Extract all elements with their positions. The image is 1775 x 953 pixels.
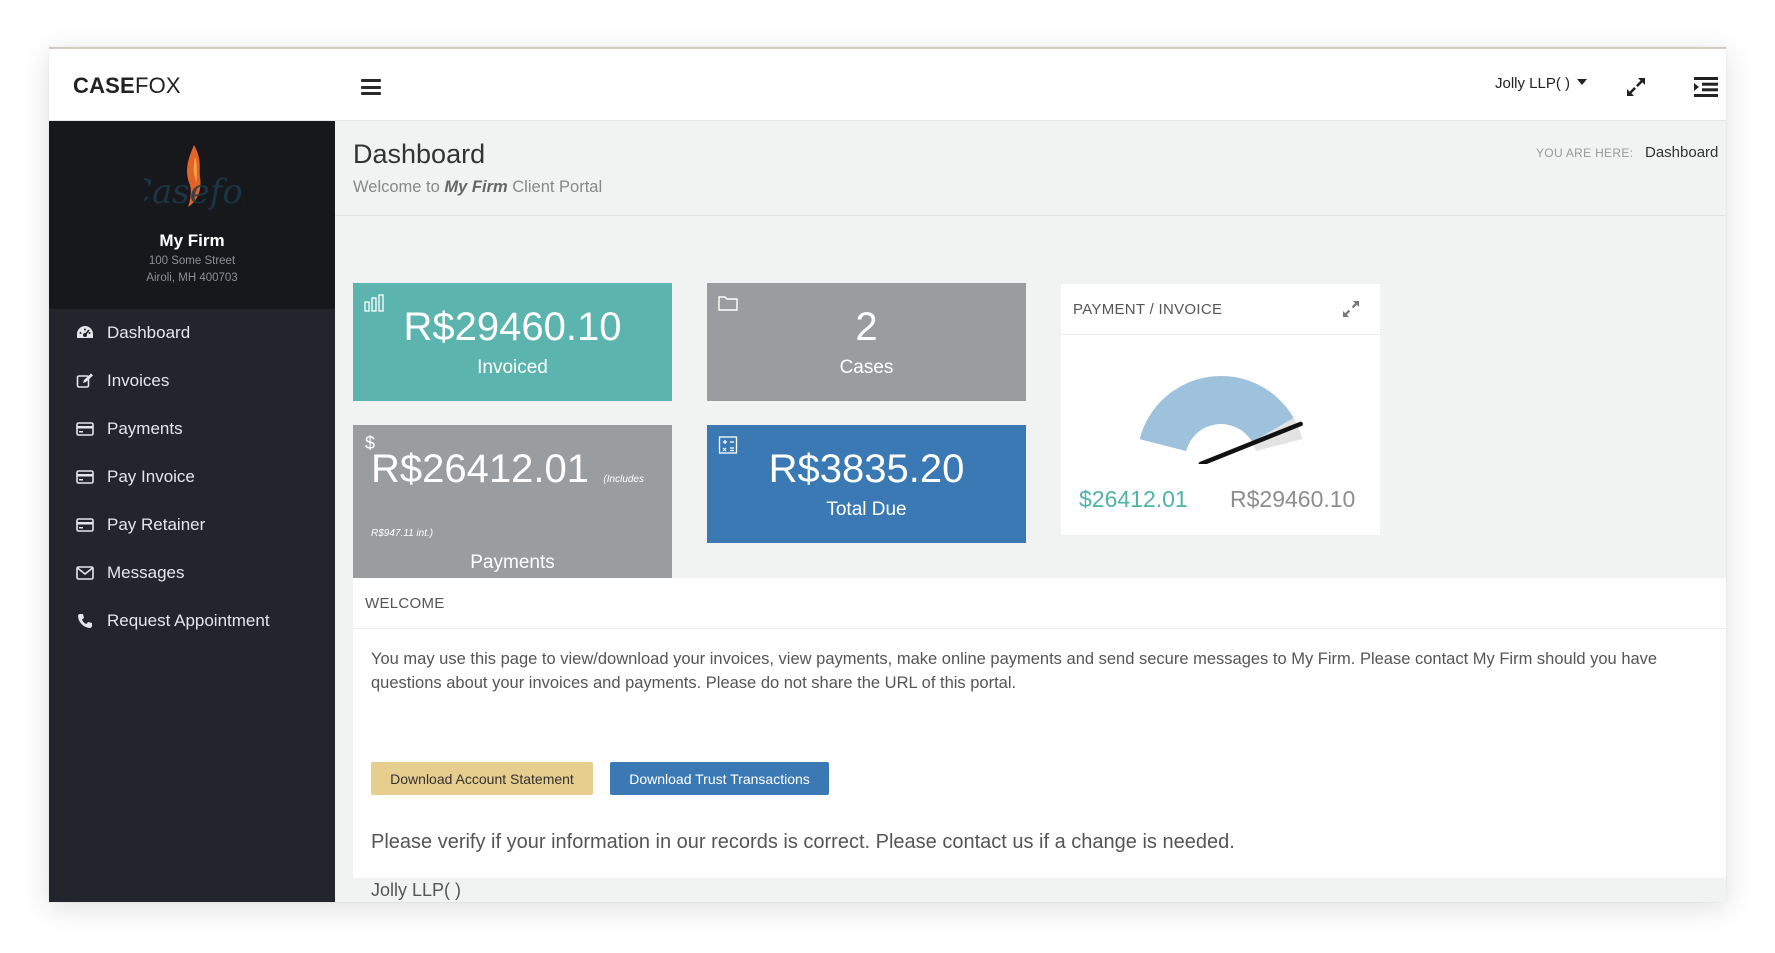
hamburger-icon-bar <box>361 92 381 95</box>
sidebar-item-label: Pay Invoice <box>107 467 195 486</box>
sidebar-item-invoices[interactable]: Invoices <box>49 357 335 405</box>
total-due-tile[interactable]: R$3835.20 Total Due <box>707 425 1026 543</box>
sidebar-item-label: Dashboard <box>107 323 191 342</box>
svg-text:Casefox: Casefox <box>144 172 244 212</box>
hamburger-icon-bar <box>361 85 381 89</box>
sidebar-item-payments[interactable]: Payments <box>49 405 335 453</box>
download-account-statement-button[interactable]: Download Account Statement <box>371 762 593 795</box>
sidebar-nav: Dashboard Invoices Payments Pay Invoice <box>49 309 335 645</box>
breadcrumb-label: YOU ARE HERE: <box>1536 146 1634 160</box>
payments-interest-note: R$947.11 int.) <box>371 528 434 539</box>
credit-card-icon <box>75 468 95 486</box>
subtitle-firm: My Firm <box>444 178 508 196</box>
total-due-label: Total Due <box>826 499 907 520</box>
app-window: CASEFOX Jolly LLP( ) Casefox My Firm 100… <box>49 47 1726 902</box>
gauge-invoice-value: R$29460.10 <box>1230 486 1356 512</box>
gauge-card-header: PAYMENT / INVOICE <box>1061 284 1380 335</box>
welcome-text: You may use this page to view/download y… <box>371 650 1658 692</box>
page-header: Dashboard Welcome to My Firm Client Port… <box>335 121 1726 216</box>
firm-name: My Firm <box>159 231 225 250</box>
welcome-title: WELCOME <box>365 595 445 612</box>
top-navbar: CASEFOX Jolly LLP( ) <box>49 47 1726 121</box>
main-content: Dashboard Welcome to My Firm Client Port… <box>335 121 1726 902</box>
hamburger-icon <box>361 79 381 82</box>
invoiced-tile[interactable]: R$29460.10 Invoiced <box>353 283 672 401</box>
menu-toggle-button[interactable] <box>361 79 381 95</box>
sidebar-item-dashboard[interactable]: Dashboard <box>49 309 335 357</box>
breadcrumb-current[interactable]: Dashboard <box>1645 144 1718 161</box>
sidebar-item-label: Request Appointment <box>107 611 270 630</box>
credit-card-icon <box>75 420 95 438</box>
verify-info-text: Please verify if your information in our… <box>371 831 1235 853</box>
sidebar: Casefox My Firm 100 Some Street Airoli, … <box>49 121 335 902</box>
gauge-title: PAYMENT / INVOICE <box>1073 301 1223 318</box>
gauge-chart <box>1139 375 1303 464</box>
gauge-paid-value: $26412.01 <box>1079 486 1188 512</box>
firm-address-line2: Airoli, MH 400703 <box>146 272 238 284</box>
client-name: Jolly LLP( ) <box>371 880 462 900</box>
page-subtitle: Welcome to My Firm Client Portal <box>353 178 602 197</box>
phone-icon <box>75 612 95 630</box>
cases-label: Cases <box>839 357 894 378</box>
sidebar-item-pay-invoice[interactable]: Pay Invoice <box>49 453 335 501</box>
payments-note: (Includes <box>603 474 644 485</box>
fullscreen-expand-icon[interactable] <box>1624 75 1648 99</box>
envelope-icon <box>75 564 95 582</box>
firm-profile: Casefox My Firm 100 Some Street Airoli, … <box>49 121 335 309</box>
cases-tile[interactable]: 2 Cases <box>707 283 1026 401</box>
invoiced-amount: R$29460.10 <box>403 305 622 349</box>
edit-icon <box>75 372 95 390</box>
download-trust-transactions-button[interactable]: Download Trust Transactions <box>610 762 829 795</box>
payments-amount: R$26412.01 <box>371 447 589 491</box>
sidebar-item-messages[interactable]: Messages <box>49 549 335 597</box>
logo-light-text: FOX <box>134 73 181 98</box>
app-logo[interactable]: CASEFOX <box>73 73 181 99</box>
sidebar-item-label: Payments <box>107 419 183 438</box>
logo-bold-text: CASE <box>73 73 135 98</box>
payments-amount-row: R$26412.01 (Includes <box>371 447 644 492</box>
expand-icon[interactable] <box>1342 300 1360 318</box>
payment-invoice-card: PAYMENT / INVOICE $26412.01 R$29460.10 <box>1061 284 1380 535</box>
caret-down-icon <box>1577 79 1588 85</box>
cases-count: 2 <box>855 305 878 349</box>
sidebar-item-label: Invoices <box>107 371 170 390</box>
total-due-amount: R$3835.20 <box>768 447 965 491</box>
dashboard-icon <box>75 324 95 342</box>
right-sidebar-toggle-icon[interactable] <box>1694 77 1718 97</box>
sidebar-item-request-appointment[interactable]: Request Appointment <box>49 597 335 645</box>
credit-card-icon <box>75 516 95 534</box>
welcome-card: WELCOME You may use this page to view/do… <box>353 578 1726 900</box>
sidebar-item-label: Pay Retainer <box>107 515 206 534</box>
firm-address-line1: 100 Some Street <box>148 255 236 267</box>
firm-logo-icon: Casefox <box>144 145 244 212</box>
subtitle-suffix: Client Portal <box>512 178 603 196</box>
payments-tile[interactable]: $ R$26412.01 (Includes R$947.11 int.) Pa… <box>353 425 672 597</box>
user-dropdown[interactable]: Jolly LLP( ) <box>1495 75 1588 92</box>
page-title: Dashboard <box>353 139 486 169</box>
subtitle-prefix: Welcome to <box>353 178 440 196</box>
payments-label: Payments <box>470 552 555 573</box>
sidebar-item-pay-retainer[interactable]: Pay Retainer <box>49 501 335 549</box>
user-name: Jolly LLP( ) <box>1495 75 1571 92</box>
welcome-card-header: WELCOME <box>353 578 1726 629</box>
invoiced-label: Invoiced <box>477 357 548 378</box>
sidebar-item-label: Messages <box>107 563 185 582</box>
